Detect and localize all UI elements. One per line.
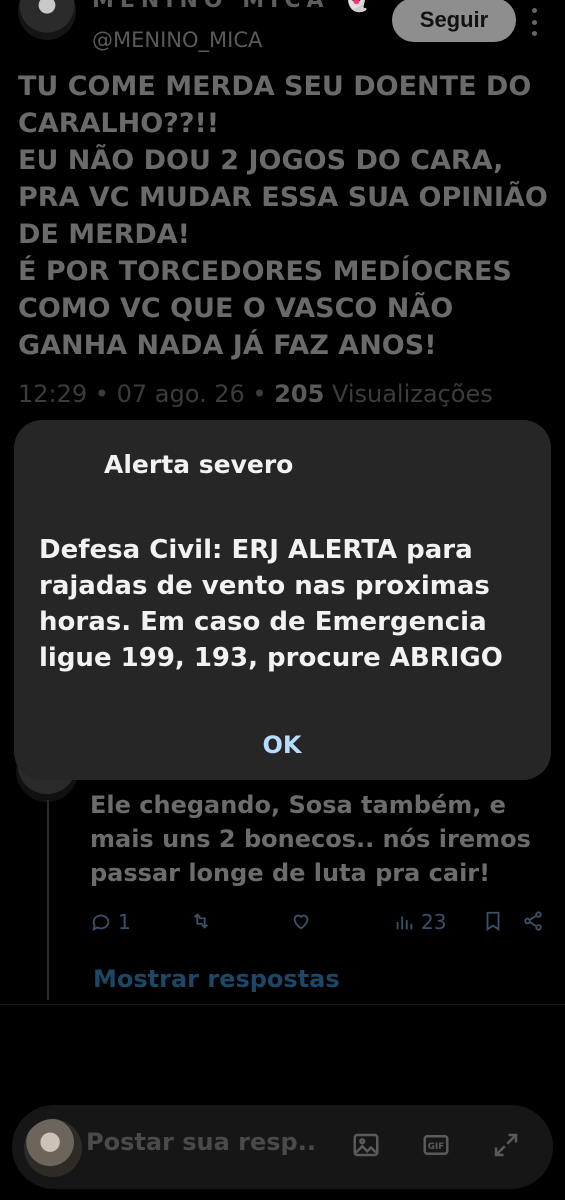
retweet-button[interactable] <box>190 910 218 932</box>
tweet-text-line: EU NÃO DOU 2 JOGOS DO CARA, <box>18 145 504 176</box>
tweet-text-line: GANHA NADA JÁ FAZ ANOS! <box>18 330 437 361</box>
author-display-name[interactable]: MENINO MICA 👻 <box>92 0 377 13</box>
follow-button[interactable]: Seguir <box>392 0 516 42</box>
tweet-time: 12:29 <box>18 380 88 408</box>
tweet-text-line: DE MERDA! <box>18 219 190 250</box>
tweet-date: 07 ago. 26 <box>116 380 245 408</box>
image-icon <box>353 1133 379 1157</box>
share-button[interactable] <box>522 910 544 932</box>
expand-button[interactable] <box>490 1129 522 1161</box>
reply-input[interactable] <box>84 1127 318 1157</box>
comment-icon <box>92 914 110 932</box>
alert-message-line: Defesa Civil: ERJ ALERTA para <box>39 535 473 565</box>
analytics-icon <box>396 916 413 930</box>
alert-message: Defesa Civil: ERJ ALERTA para rajadas de… <box>39 532 544 676</box>
tweet-text-line: TU COME MERDA SEU DOENTE DO <box>18 71 532 102</box>
tweet-text: TU COME MERDA SEU DOENTE DO CARALHO??!! … <box>18 68 548 364</box>
severe-alert-dialog: Alerta severo Defesa Civil: ERJ ALERTA p… <box>14 420 551 780</box>
image-button[interactable] <box>350 1129 382 1161</box>
views-count: 23 <box>421 910 447 934</box>
tweet-meta: 12:29 • 07 ago. 26 • 205 Visualizações <box>18 380 493 408</box>
share-icon <box>524 911 542 931</box>
reply-button[interactable]: 1 <box>90 910 131 934</box>
author-handle[interactable]: @MENINO_MICA <box>92 28 262 52</box>
gif-icon: GIF <box>423 1135 449 1155</box>
tweet-text-line: É POR TORCEDORES MEDÍOCRES <box>18 256 512 287</box>
thread-line <box>47 800 49 1000</box>
bookmark-icon <box>486 911 500 931</box>
expand-icon <box>494 1133 518 1157</box>
alert-message-line: horas. Em caso de Emergencia <box>39 607 487 637</box>
reply-text-line: mais uns 2 bonecos.. nós iremos <box>90 825 531 853</box>
like-button[interactable] <box>290 910 318 932</box>
compose-bar: GIF <box>12 1105 553 1189</box>
gif-button[interactable]: GIF <box>420 1129 452 1161</box>
views-button[interactable]: 23 <box>393 910 446 934</box>
retweet-icon <box>193 913 209 929</box>
ok-button[interactable]: OK <box>242 726 322 764</box>
divider <box>0 1004 565 1005</box>
more-options-icon[interactable] <box>532 8 538 36</box>
user-avatar[interactable] <box>24 1119 82 1177</box>
svg-text:GIF: GIF <box>428 1142 444 1152</box>
tweet-views-label: Visualizações <box>331 380 493 408</box>
alert-title: Alerta severo <box>104 450 294 479</box>
tweet-text-line: COMO VC QUE O VASCO NÃO <box>18 293 454 324</box>
show-replies-link[interactable]: Mostrar respostas <box>93 965 340 993</box>
reply-text: Ele chegando, Sosa também, e mais uns 2 … <box>90 788 540 890</box>
tweet-text-line: CARALHO??!! <box>18 108 220 139</box>
reply-count: 1 <box>118 910 131 934</box>
author-avatar[interactable] <box>18 0 76 40</box>
heart-icon <box>293 914 309 930</box>
alert-message-line: ligue 199, 193, procure ABRIGO <box>39 643 503 673</box>
reply-text-line: passar longe de luta pra cair! <box>90 859 491 887</box>
reply-text-line: Ele chegando, Sosa também, e <box>90 791 506 819</box>
reply-actions-bar: 1 23 <box>90 910 550 942</box>
tweet-text-line: PRA VC MUDAR ESSA SUA OPINIÃO <box>18 182 548 213</box>
alert-message-line: rajadas de vento nas proximas <box>39 571 490 601</box>
tweet-views-count: 205 <box>274 380 325 408</box>
bookmark-button[interactable] <box>482 910 504 932</box>
